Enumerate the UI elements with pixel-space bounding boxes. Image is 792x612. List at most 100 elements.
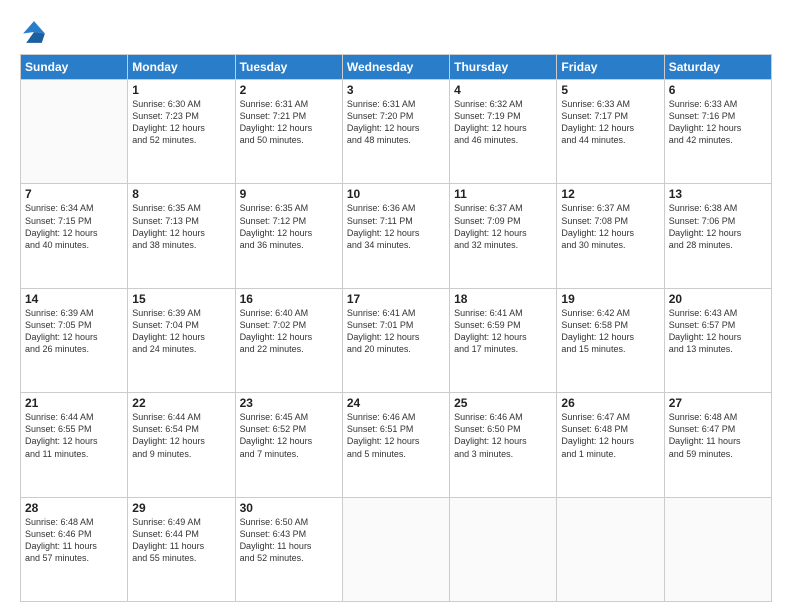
day-number: 29 (132, 501, 230, 515)
day-info: Sunrise: 6:49 AM Sunset: 6:44 PM Dayligh… (132, 516, 230, 565)
day-number: 25 (454, 396, 552, 410)
day-info: Sunrise: 6:32 AM Sunset: 7:19 PM Dayligh… (454, 98, 552, 147)
weekday-saturday: Saturday (664, 55, 771, 80)
calendar-cell: 17Sunrise: 6:41 AM Sunset: 7:01 PM Dayli… (342, 288, 449, 392)
day-info: Sunrise: 6:36 AM Sunset: 7:11 PM Dayligh… (347, 202, 445, 251)
calendar-cell (450, 497, 557, 601)
calendar-cell: 19Sunrise: 6:42 AM Sunset: 6:58 PM Dayli… (557, 288, 664, 392)
day-info: Sunrise: 6:47 AM Sunset: 6:48 PM Dayligh… (561, 411, 659, 460)
day-info: Sunrise: 6:37 AM Sunset: 7:09 PM Dayligh… (454, 202, 552, 251)
day-info: Sunrise: 6:33 AM Sunset: 7:17 PM Dayligh… (561, 98, 659, 147)
day-info: Sunrise: 6:41 AM Sunset: 6:59 PM Dayligh… (454, 307, 552, 356)
day-info: Sunrise: 6:44 AM Sunset: 6:55 PM Dayligh… (25, 411, 123, 460)
calendar-cell: 14Sunrise: 6:39 AM Sunset: 7:05 PM Dayli… (21, 288, 128, 392)
calendar-cell: 2Sunrise: 6:31 AM Sunset: 7:21 PM Daylig… (235, 80, 342, 184)
calendar-cell: 6Sunrise: 6:33 AM Sunset: 7:16 PM Daylig… (664, 80, 771, 184)
weekday-tuesday: Tuesday (235, 55, 342, 80)
calendar-cell: 11Sunrise: 6:37 AM Sunset: 7:09 PM Dayli… (450, 184, 557, 288)
page: SundayMondayTuesdayWednesdayThursdayFrid… (0, 0, 792, 612)
calendar-cell: 10Sunrise: 6:36 AM Sunset: 7:11 PM Dayli… (342, 184, 449, 288)
calendar-cell: 4Sunrise: 6:32 AM Sunset: 7:19 PM Daylig… (450, 80, 557, 184)
day-number: 18 (454, 292, 552, 306)
day-number: 2 (240, 83, 338, 97)
day-info: Sunrise: 6:30 AM Sunset: 7:23 PM Dayligh… (132, 98, 230, 147)
day-number: 8 (132, 187, 230, 201)
day-info: Sunrise: 6:38 AM Sunset: 7:06 PM Dayligh… (669, 202, 767, 251)
day-number: 12 (561, 187, 659, 201)
calendar-cell: 12Sunrise: 6:37 AM Sunset: 7:08 PM Dayli… (557, 184, 664, 288)
calendar-cell: 29Sunrise: 6:49 AM Sunset: 6:44 PM Dayli… (128, 497, 235, 601)
weekday-wednesday: Wednesday (342, 55, 449, 80)
week-row-0: 1Sunrise: 6:30 AM Sunset: 7:23 PM Daylig… (21, 80, 772, 184)
day-number: 21 (25, 396, 123, 410)
day-number: 15 (132, 292, 230, 306)
day-info: Sunrise: 6:31 AM Sunset: 7:21 PM Dayligh… (240, 98, 338, 147)
calendar-cell: 8Sunrise: 6:35 AM Sunset: 7:13 PM Daylig… (128, 184, 235, 288)
calendar-cell: 22Sunrise: 6:44 AM Sunset: 6:54 PM Dayli… (128, 393, 235, 497)
day-number: 5 (561, 83, 659, 97)
weekday-thursday: Thursday (450, 55, 557, 80)
day-info: Sunrise: 6:46 AM Sunset: 6:50 PM Dayligh… (454, 411, 552, 460)
day-info: Sunrise: 6:50 AM Sunset: 6:43 PM Dayligh… (240, 516, 338, 565)
day-number: 30 (240, 501, 338, 515)
day-number: 7 (25, 187, 123, 201)
day-info: Sunrise: 6:40 AM Sunset: 7:02 PM Dayligh… (240, 307, 338, 356)
week-row-2: 14Sunrise: 6:39 AM Sunset: 7:05 PM Dayli… (21, 288, 772, 392)
day-number: 10 (347, 187, 445, 201)
calendar-cell: 26Sunrise: 6:47 AM Sunset: 6:48 PM Dayli… (557, 393, 664, 497)
weekday-header-row: SundayMondayTuesdayWednesdayThursdayFrid… (21, 55, 772, 80)
day-number: 16 (240, 292, 338, 306)
day-info: Sunrise: 6:48 AM Sunset: 6:46 PM Dayligh… (25, 516, 123, 565)
day-info: Sunrise: 6:44 AM Sunset: 6:54 PM Dayligh… (132, 411, 230, 460)
day-info: Sunrise: 6:33 AM Sunset: 7:16 PM Dayligh… (669, 98, 767, 147)
calendar-cell: 30Sunrise: 6:50 AM Sunset: 6:43 PM Dayli… (235, 497, 342, 601)
calendar-cell: 3Sunrise: 6:31 AM Sunset: 7:20 PM Daylig… (342, 80, 449, 184)
weekday-sunday: Sunday (21, 55, 128, 80)
calendar-cell: 1Sunrise: 6:30 AM Sunset: 7:23 PM Daylig… (128, 80, 235, 184)
day-number: 24 (347, 396, 445, 410)
header (20, 18, 772, 46)
day-number: 4 (454, 83, 552, 97)
day-number: 22 (132, 396, 230, 410)
day-info: Sunrise: 6:35 AM Sunset: 7:13 PM Dayligh… (132, 202, 230, 251)
day-info: Sunrise: 6:31 AM Sunset: 7:20 PM Dayligh… (347, 98, 445, 147)
calendar-cell: 16Sunrise: 6:40 AM Sunset: 7:02 PM Dayli… (235, 288, 342, 392)
calendar-cell (664, 497, 771, 601)
day-number: 20 (669, 292, 767, 306)
calendar-table: SundayMondayTuesdayWednesdayThursdayFrid… (20, 54, 772, 602)
day-info: Sunrise: 6:48 AM Sunset: 6:47 PM Dayligh… (669, 411, 767, 460)
calendar-cell: 27Sunrise: 6:48 AM Sunset: 6:47 PM Dayli… (664, 393, 771, 497)
calendar-cell: 18Sunrise: 6:41 AM Sunset: 6:59 PM Dayli… (450, 288, 557, 392)
calendar-cell: 15Sunrise: 6:39 AM Sunset: 7:04 PM Dayli… (128, 288, 235, 392)
day-number: 14 (25, 292, 123, 306)
calendar-cell: 9Sunrise: 6:35 AM Sunset: 7:12 PM Daylig… (235, 184, 342, 288)
day-number: 26 (561, 396, 659, 410)
logo (20, 18, 52, 46)
calendar-cell: 20Sunrise: 6:43 AM Sunset: 6:57 PM Dayli… (664, 288, 771, 392)
logo-icon (20, 18, 48, 46)
day-info: Sunrise: 6:41 AM Sunset: 7:01 PM Dayligh… (347, 307, 445, 356)
day-number: 23 (240, 396, 338, 410)
day-info: Sunrise: 6:39 AM Sunset: 7:05 PM Dayligh… (25, 307, 123, 356)
day-number: 1 (132, 83, 230, 97)
calendar-cell (21, 80, 128, 184)
day-number: 11 (454, 187, 552, 201)
week-row-4: 28Sunrise: 6:48 AM Sunset: 6:46 PM Dayli… (21, 497, 772, 601)
calendar-cell: 21Sunrise: 6:44 AM Sunset: 6:55 PM Dayli… (21, 393, 128, 497)
calendar-cell (557, 497, 664, 601)
day-number: 17 (347, 292, 445, 306)
day-number: 3 (347, 83, 445, 97)
calendar-cell: 28Sunrise: 6:48 AM Sunset: 6:46 PM Dayli… (21, 497, 128, 601)
week-row-1: 7Sunrise: 6:34 AM Sunset: 7:15 PM Daylig… (21, 184, 772, 288)
day-number: 19 (561, 292, 659, 306)
calendar-cell: 25Sunrise: 6:46 AM Sunset: 6:50 PM Dayli… (450, 393, 557, 497)
day-info: Sunrise: 6:37 AM Sunset: 7:08 PM Dayligh… (561, 202, 659, 251)
calendar-cell: 5Sunrise: 6:33 AM Sunset: 7:17 PM Daylig… (557, 80, 664, 184)
weekday-monday: Monday (128, 55, 235, 80)
calendar-cell: 13Sunrise: 6:38 AM Sunset: 7:06 PM Dayli… (664, 184, 771, 288)
calendar-cell: 7Sunrise: 6:34 AM Sunset: 7:15 PM Daylig… (21, 184, 128, 288)
calendar-cell (342, 497, 449, 601)
week-row-3: 21Sunrise: 6:44 AM Sunset: 6:55 PM Dayli… (21, 393, 772, 497)
calendar-cell: 24Sunrise: 6:46 AM Sunset: 6:51 PM Dayli… (342, 393, 449, 497)
calendar-cell: 23Sunrise: 6:45 AM Sunset: 6:52 PM Dayli… (235, 393, 342, 497)
